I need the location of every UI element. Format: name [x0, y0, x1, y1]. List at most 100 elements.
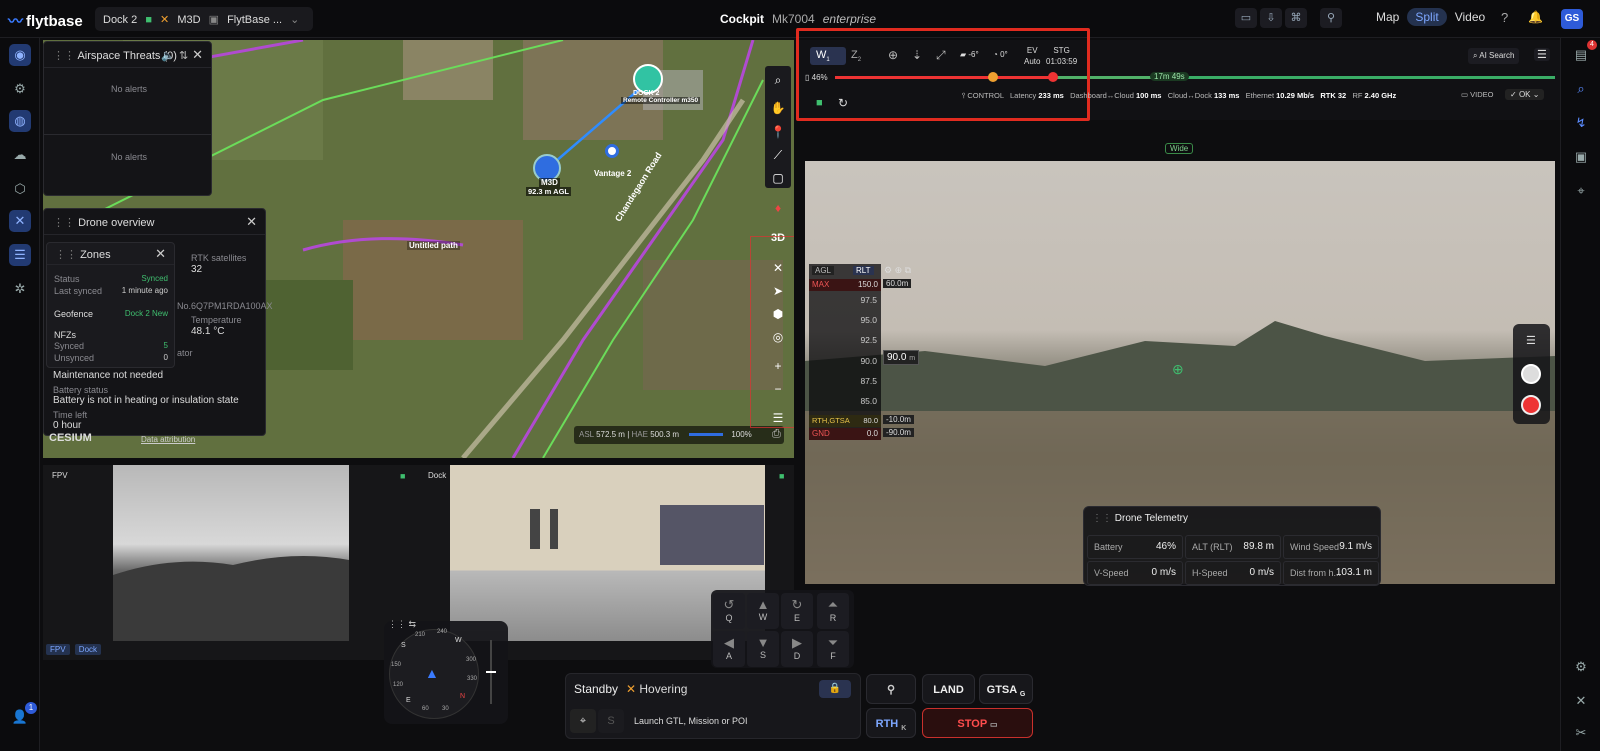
temp-label: Temperature	[191, 315, 242, 325]
dock-nav-icon[interactable]: ☰	[9, 244, 31, 266]
measure-line-icon[interactable]: ⟋	[768, 145, 788, 165]
ai-search-button[interactable]: ⌕ AI Search	[1468, 48, 1520, 64]
drone-locate-icon[interactable]: ✕	[768, 258, 788, 278]
settings-cog-icon[interactable]: ⚙	[9, 78, 31, 100]
video-icon[interactable]: ■	[400, 471, 405, 481]
drag-handle-icon[interactable]: ⋮⋮	[55, 249, 80, 261]
camera-settings-icon[interactable]: ☰	[1526, 334, 1536, 347]
airspace-empty-1: No alerts	[111, 84, 148, 94]
chevron-down-icon[interactable]: ⌄	[290, 14, 299, 26]
close-icon[interactable]: ✕	[155, 246, 166, 262]
slash-icon[interactable]: S	[598, 709, 624, 733]
drone-menu-button[interactable]: ⚲	[866, 674, 916, 704]
key-w[interactable]: ▲ W	[747, 593, 779, 629]
flytbase-logo[interactable]: 〰 flytbase	[8, 10, 83, 31]
close-icon[interactable]: ✕	[192, 47, 203, 63]
search-icon[interactable]: ⌕	[768, 70, 788, 90]
dock-side-icon[interactable]: ⌖	[1570, 180, 1592, 202]
data-attribution-link[interactable]: Data attribution	[141, 435, 195, 444]
view-video-button[interactable]: Video	[1447, 8, 1493, 26]
ok-status[interactable]: ✓ OK ⌄	[1505, 89, 1545, 100]
monitor-icon[interactable]: ▭	[1234, 8, 1257, 28]
weather-icon[interactable]: ☁	[9, 144, 31, 166]
mute-icon[interactable]: 🔈	[161, 49, 175, 62]
area-select-icon[interactable]: ▢	[768, 168, 788, 188]
close-icon[interactable]: ✕	[246, 214, 257, 230]
target-icon[interactable]: ◎	[768, 327, 788, 347]
key-q[interactable]: ↺ Q	[713, 593, 745, 629]
capture-photo-button[interactable]	[1521, 364, 1541, 384]
fpv-camera-feed[interactable]	[113, 465, 349, 641]
rlt-toggle[interactable]: RLT	[853, 266, 874, 275]
record-video-button[interactable]	[1521, 395, 1541, 415]
location-pin-icon[interactable]: ⌖	[570, 709, 596, 733]
video-toggle[interactable]: ▭ VIDEO	[1461, 90, 1494, 99]
tab-dock[interactable]: Dock	[74, 644, 102, 655]
globe-icon[interactable]: ◍	[9, 110, 31, 132]
drone-icon: ✕	[626, 682, 640, 696]
zoom-in-icon[interactable]: +	[768, 356, 788, 376]
tab-fpv[interactable]: FPV	[46, 644, 70, 655]
last-synced-label: Last synced	[54, 286, 103, 296]
drone-side-icon[interactable]: ✕	[1570, 690, 1592, 712]
breadcrumb[interactable]: Dock 2 ■ ✕ M3D ▣ FlytBase ... ⌄	[95, 7, 313, 31]
users-badge: 1	[25, 702, 37, 714]
drone-nav-icon[interactable]: ✕	[9, 210, 31, 232]
box-icon[interactable]: ⬡	[9, 178, 31, 200]
key-d[interactable]: ▶ D	[781, 631, 813, 667]
key-e[interactable]: ↻ E	[781, 593, 813, 629]
path-label[interactable]: Untitled path	[407, 241, 460, 250]
drone-agl: 92.3 m AGL	[526, 187, 571, 196]
grid-icon[interactable]: ⋮⋮ ⇆	[388, 619, 416, 630]
camera-icon[interactable]: ▣	[1570, 146, 1592, 168]
gtsa-button[interactable]: GTSA G	[979, 674, 1033, 704]
agl-toggle[interactable]: AGL	[812, 266, 835, 275]
drag-handle-icon[interactable]: ⋮⋮	[53, 217, 78, 229]
key-r[interactable]: ⏶ R	[817, 593, 849, 629]
dashboard-icon[interactable]: ◉	[9, 44, 31, 66]
compass-north-icon[interactable]: ♦	[768, 198, 788, 218]
bell-icon[interactable]: 🔔	[1528, 10, 1543, 24]
view-map-button[interactable]: Map	[1368, 8, 1407, 26]
drag-handle-icon[interactable]: ⋮⋮	[53, 50, 77, 62]
rth-button[interactable]: RTH K	[866, 708, 916, 738]
dock-locate-icon[interactable]: ⬢	[768, 304, 788, 324]
stop-button[interactable]: STOP ▭	[922, 708, 1033, 738]
settings-icon[interactable]: ⚙	[1570, 656, 1592, 678]
help-icon[interactable]: ?	[1501, 10, 1508, 25]
ground-altitude: GND 0.0	[809, 428, 881, 440]
compass-tick-240: 240	[437, 629, 448, 635]
tools-icon[interactable]: ✂	[1570, 722, 1592, 744]
flight-status: ✕ Hovering	[626, 682, 688, 696]
route-icon[interactable]: ↯	[1570, 112, 1592, 134]
fullscreen-icon[interactable]: ⎙	[772, 428, 781, 441]
key-f[interactable]: ⏷ F	[817, 631, 849, 667]
sort-icon[interactable]: ⇅	[179, 49, 188, 62]
altitude-slider-handle[interactable]	[486, 671, 496, 673]
hspeed-cell: H-Speed 0 m/s	[1185, 561, 1281, 585]
vantage-marker[interactable]	[605, 144, 619, 158]
vantage-label: Vantage 2	[594, 169, 632, 178]
navigate-icon[interactable]: ➤	[768, 281, 788, 301]
key-a[interactable]: ◀ A	[713, 631, 745, 667]
view-split-button[interactable]: Split	[1407, 8, 1447, 26]
pin-icon[interactable]: 📍	[768, 122, 788, 142]
video-icon[interactable]: ■	[779, 471, 784, 481]
download-icon[interactable]: ⇩	[1259, 8, 1282, 28]
land-button[interactable]: LAND	[922, 674, 975, 704]
avatar[interactable]: GS	[1561, 9, 1583, 29]
layers-icon[interactable]: ☰	[768, 408, 788, 428]
gamepad-icon[interactable]: ⌘	[1284, 8, 1307, 28]
ladder-settings-icon[interactable]: ⚙ ⊕ ⧉	[884, 265, 911, 276]
zoom-out-icon[interactable]: −	[768, 379, 788, 399]
map-view[interactable]: DOCK 2 Remote Controller m350 M3D 92.3 m…	[43, 40, 794, 458]
key-s[interactable]: ▼ S	[747, 631, 779, 667]
sliders-icon[interactable]: ☰	[1534, 48, 1550, 61]
gear-icon[interactable]: ✲	[9, 278, 31, 300]
search-icon[interactable]: ⌕	[1570, 78, 1592, 100]
hand-icon[interactable]: ✋	[768, 98, 788, 118]
launch-hint[interactable]: Launch GTL, Mission or POI	[634, 716, 748, 726]
lock-icon[interactable]: 🔒	[819, 680, 851, 698]
time-left-label: Time left	[53, 410, 88, 420]
satellite-icon[interactable]: ⚲	[1320, 8, 1342, 28]
